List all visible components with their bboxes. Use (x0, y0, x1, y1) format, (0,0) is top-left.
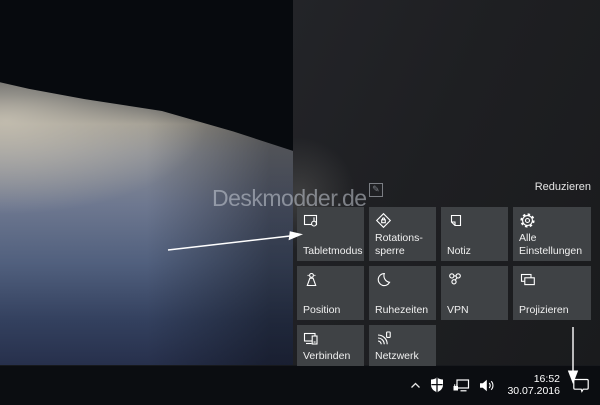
tile-label: Verbinden (303, 350, 358, 363)
chevron-up-icon[interactable] (410, 382, 421, 389)
gear-icon (519, 212, 536, 229)
tile-label: Ruhezeiten (375, 304, 430, 317)
tile-quiet-hours[interactable]: Ruhezeiten (369, 266, 436, 320)
tile-connect[interactable]: Verbinden (297, 325, 364, 366)
connect-icon (303, 330, 320, 347)
tile-project[interactable]: Projizieren (513, 266, 591, 320)
tile-label: Projizieren (519, 304, 585, 317)
tablet-mode-icon (303, 212, 320, 229)
action-center-icon[interactable] (572, 377, 590, 393)
wallpaper-hill-silhouette (0, 0, 301, 162)
tile-rotation-lock[interactable]: Rotations-sperre (369, 207, 436, 261)
tile-label: Alle Einstellungen (519, 232, 585, 257)
desktop-screenshot: Reduzieren Tabletmodus Rotations-sperre (0, 0, 600, 405)
rotation-lock-icon (375, 212, 392, 229)
tile-position[interactable]: Position (297, 266, 364, 320)
tray-clock[interactable]: 16:52 30.07.2016 (507, 373, 560, 397)
tile-label: Position (303, 304, 358, 317)
position-icon (303, 271, 320, 288)
vpn-icon (447, 271, 464, 288)
quick-actions-grid: Tabletmodus Rotations-sperre Notiz (297, 207, 591, 366)
tile-note[interactable]: Notiz (441, 207, 508, 261)
tile-network[interactable]: Netzwerk (369, 325, 436, 366)
defender-shield-icon[interactable] (430, 377, 444, 393)
volume-icon[interactable] (479, 379, 495, 392)
tile-label: VPN (447, 304, 502, 317)
desktop-wallpaper (0, 0, 293, 365)
tile-label: Notiz (447, 245, 502, 258)
clock-time: 16:52 (507, 373, 560, 385)
system-tray: 16:52 30.07.2016 (410, 365, 600, 405)
tile-label: Tabletmodus (303, 245, 358, 258)
tile-label: Rotations-sperre (375, 232, 430, 257)
tile-label: Netzwerk (375, 350, 430, 363)
tile-all-settings[interactable]: Alle Einstellungen (513, 207, 591, 261)
tile-tablet-mode[interactable]: Tabletmodus (297, 207, 364, 261)
project-icon (519, 271, 536, 288)
wifi-icon (375, 330, 392, 347)
collapse-link[interactable]: Reduzieren (535, 181, 591, 193)
clock-date: 30.07.2016 (507, 385, 560, 397)
tile-vpn[interactable]: VPN (441, 266, 508, 320)
moon-icon (375, 271, 392, 288)
note-icon (447, 212, 464, 229)
network-ethernet-icon[interactable] (453, 379, 470, 392)
